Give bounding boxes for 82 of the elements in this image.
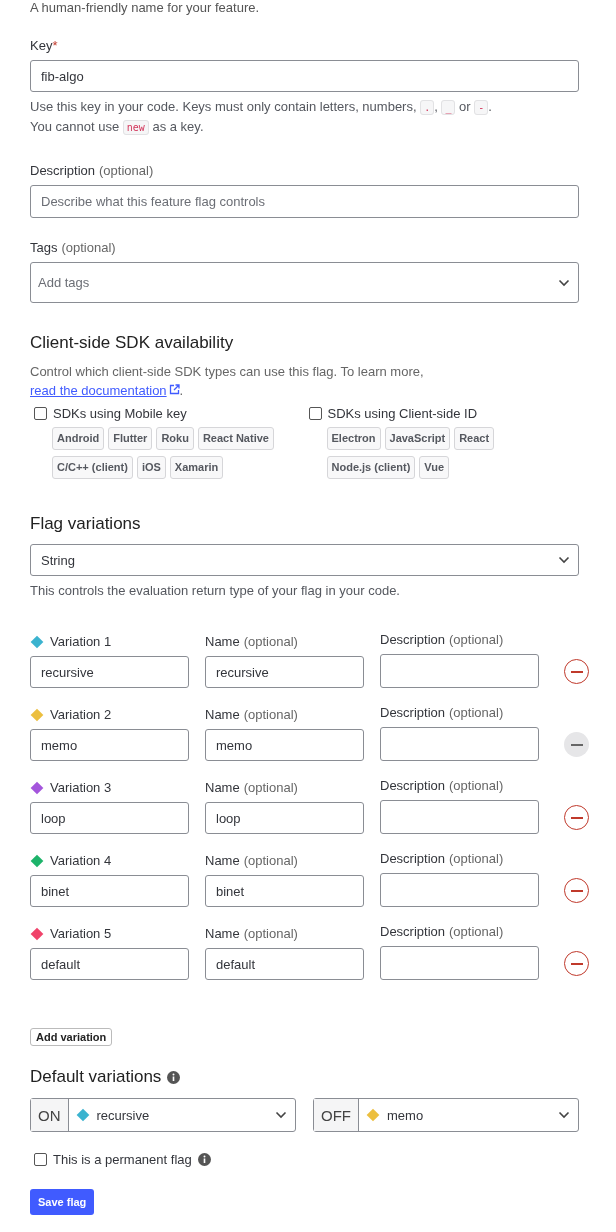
chevron-down-icon — [275, 1111, 287, 1119]
variation-value-input[interactable]: default — [30, 948, 189, 980]
sdk-tag: Electron — [326, 427, 381, 450]
chevron-down-icon — [558, 556, 570, 564]
add-variation-button[interactable]: Add variation — [30, 1028, 113, 1046]
sdk-tag: C/C++ (client) — [52, 456, 133, 479]
description-input[interactable] — [380, 946, 539, 980]
description-input[interactable] — [380, 727, 539, 761]
select-addon: ON — [31, 1099, 69, 1131]
variation-value-input[interactable]: memo — [30, 729, 189, 761]
description-label: Description (optional) — [380, 924, 505, 940]
description-label: Description (optional) — [30, 163, 155, 179]
checkbox-label: SDKs using Client-side ID — [327, 406, 478, 421]
key-label: Key* — [30, 38, 59, 54]
sdk-tag: Vue — [419, 456, 450, 479]
section-heading: Client-side SDK availability — [30, 332, 235, 354]
variation-label: Variation 3 — [50, 780, 112, 796]
checkbox-label: SDKs using Mobile key — [53, 406, 187, 421]
checkbox[interactable] — [308, 407, 322, 420]
type-select[interactable]: String — [30, 544, 579, 576]
type-help-text: This controls the evaluation return type of your flag in your code. — [30, 582, 401, 600]
description-input[interactable] — [380, 873, 539, 907]
sdk-tag: React Native — [197, 427, 274, 450]
sdk-tag: Roku — [156, 427, 194, 450]
description-input[interactable]: Describe what this feature flag controls — [30, 185, 579, 218]
sdk-tag: iOS — [136, 456, 166, 479]
description-label: Description (optional) — [380, 851, 505, 867]
variation-value-input[interactable]: recursive — [30, 656, 189, 688]
variation-label: Variation 4 — [50, 853, 112, 869]
sdk-tag: Android — [52, 427, 105, 450]
info-icon — [167, 1070, 181, 1084]
name-label: Name (optional) — [205, 707, 299, 723]
chevron-down-icon — [558, 1111, 570, 1119]
variation-label: Variation 1 — [50, 634, 112, 650]
description-input[interactable] — [380, 654, 539, 688]
sdk-tag: Xamarin — [169, 456, 224, 479]
variation-value-input[interactable]: loop — [30, 802, 189, 834]
save-button[interactable]: Save flag — [30, 1189, 95, 1215]
name-label: Name (optional) — [205, 926, 299, 942]
sdk-tag: Node.js (client) — [326, 456, 416, 479]
tags-label: Tags (optional) — [30, 240, 117, 256]
default-variation-select[interactable]: ON recursive — [30, 1098, 296, 1132]
external-link-icon — [168, 384, 180, 395]
description-label: Description (optional) — [380, 705, 505, 721]
name-input[interactable]: memo — [205, 729, 364, 761]
remove-button[interactable] — [564, 878, 589, 903]
checkbox-label: This is a permanent flag — [53, 1152, 192, 1167]
description-label: Description (optional) — [380, 632, 505, 648]
variation-value-input[interactable]: binet — [30, 875, 189, 907]
description-label: Description (optional) — [380, 778, 505, 794]
name-label: Name (optional) — [205, 853, 299, 869]
checkbox[interactable] — [34, 1153, 47, 1166]
checkbox[interactable] — [34, 407, 47, 420]
select-addon: OFF — [314, 1099, 359, 1131]
chevron-down-icon — [558, 278, 570, 287]
sdk-tag: Flutter — [108, 427, 153, 450]
name-input[interactable]: default — [205, 948, 364, 980]
sdk-tag: React — [454, 427, 495, 450]
section-heading: Flag variations — [30, 513, 142, 535]
name-label: Name (optional) — [205, 780, 299, 796]
name-label: Name (optional) — [205, 634, 299, 650]
documentation-link[interactable]: read the documentation — [30, 383, 180, 398]
info-icon — [197, 1153, 211, 1166]
name-input[interactable]: binet — [205, 875, 364, 907]
tags-select[interactable]: Add tags — [30, 262, 579, 303]
key-input[interactable]: fib-algo — [30, 60, 579, 92]
select-value: memo — [387, 1107, 424, 1123]
variation-label: Variation 5 — [50, 926, 112, 942]
remove-button[interactable] — [564, 951, 589, 976]
intro-text: A human-friendly name for your feature. — [30, 0, 261, 16]
variation-label: Variation 2 — [50, 707, 112, 723]
name-input[interactable]: loop — [205, 802, 364, 834]
remove-button[interactable] — [564, 659, 589, 684]
description-input[interactable] — [380, 800, 539, 834]
remove-button[interactable] — [564, 805, 589, 830]
default-variation-select[interactable]: OFF memo — [313, 1098, 579, 1132]
sdk-description: Control which client-side SDK types can use this flag. To learn more, read the documentation . — [30, 363, 425, 400]
name-input[interactable]: recursive — [205, 656, 364, 688]
sdk-tag: JavaScript — [384, 427, 451, 450]
section-heading: Default variations — [30, 1066, 162, 1088]
key-help-text: Use this key in your code. Keys must only contain letters, numbers, . , _ or - . You cannot use new as a key. — [30, 98, 493, 137]
select-value: recursive — [96, 1107, 150, 1123]
